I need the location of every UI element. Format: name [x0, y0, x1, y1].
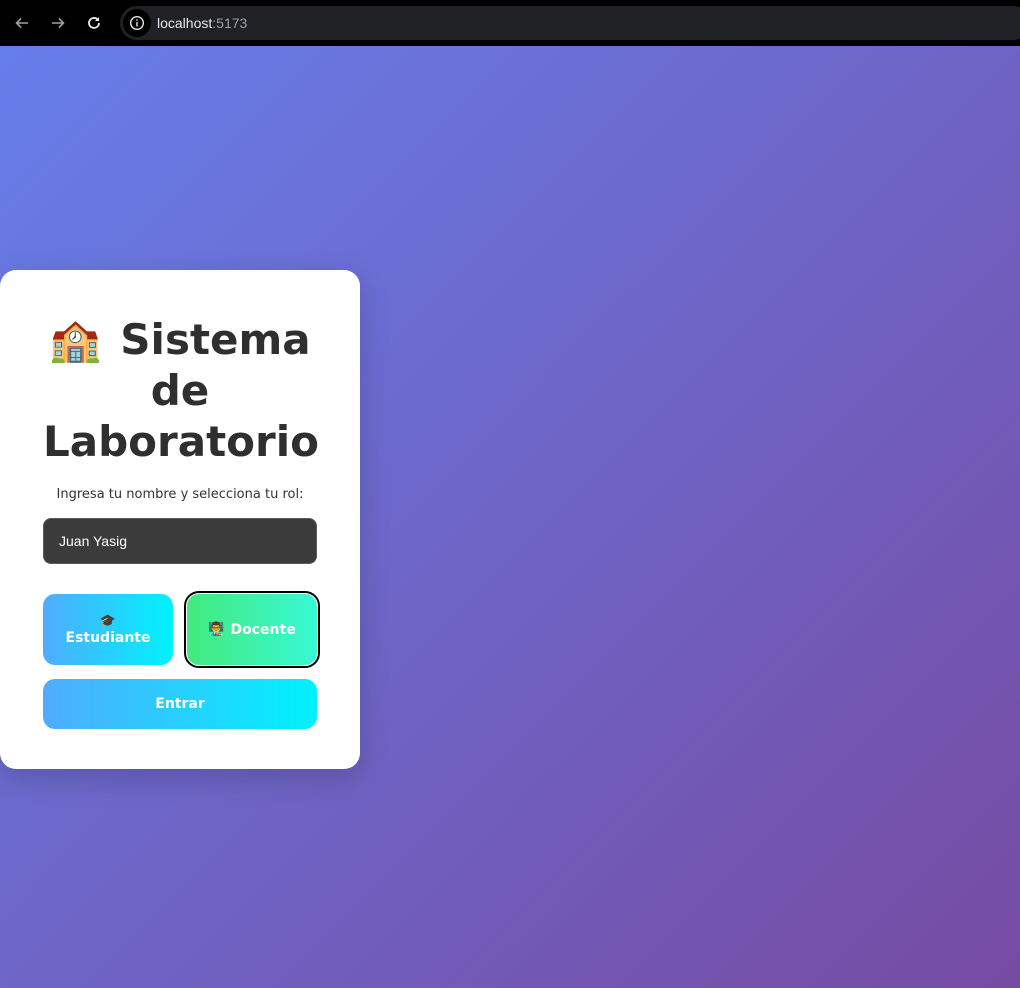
page-title: 🏫 Sistema de Laboratorio [43, 314, 319, 467]
arrow-left-icon [15, 17, 28, 29]
role-selector: 🎓 Estudiante 👨‍🏫 Docente [43, 591, 320, 668]
reload-button[interactable] [76, 5, 112, 41]
school-icon: 🏫 [49, 315, 102, 364]
page-background: 🏫 Sistema de Laboratorio Ingresa tu nomb… [0, 46, 1020, 988]
browser-toolbar: localhost:5173 [0, 0, 1020, 46]
role-student-button[interactable]: 🎓 Estudiante [43, 594, 173, 665]
address-bar[interactable]: localhost:5173 [120, 6, 1020, 40]
reload-icon [88, 17, 100, 29]
arrow-right-icon [52, 17, 65, 29]
graduation-cap-icon: 🎓 [99, 613, 117, 629]
site-info-button[interactable] [123, 9, 151, 37]
teacher-icon: 👨‍🏫 [208, 622, 225, 637]
role-teacher-label: Docente [230, 621, 296, 638]
forward-button[interactable] [40, 5, 76, 41]
back-button[interactable] [4, 5, 40, 41]
role-teacher-button[interactable]: 👨‍🏫 Docente [184, 591, 320, 668]
url-port: :5173 [212, 15, 248, 31]
url-host: localhost [157, 15, 213, 31]
role-student-label: Estudiante [65, 629, 151, 646]
enter-button[interactable]: Entrar [43, 679, 317, 729]
login-card: 🏫 Sistema de Laboratorio Ingresa tu nomb… [0, 270, 360, 769]
info-icon [129, 15, 145, 31]
name-input[interactable] [43, 518, 317, 564]
instructions-text: Ingresa tu nombre y selecciona tu rol: [56, 487, 304, 502]
